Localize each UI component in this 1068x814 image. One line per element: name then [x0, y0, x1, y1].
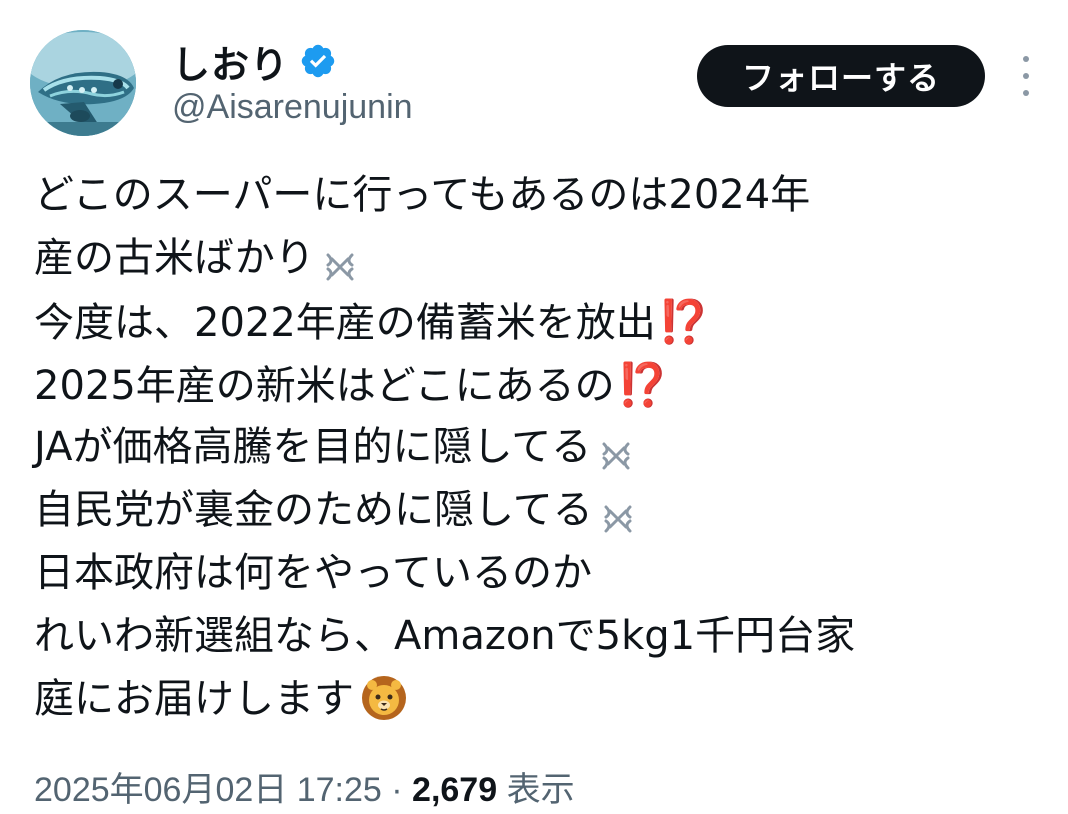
display-name[interactable]: しおり [172, 34, 289, 89]
tweet-line: 庭にお届けします [34, 668, 1034, 731]
anger-symbol-icon [599, 429, 633, 470]
tweet-line-text: 自民党が裏金のために隠してる [34, 487, 593, 533]
tweet-line: れいわ新選組なら、Amazonで5kg1千円台家 [34, 605, 1034, 668]
tweet-line: 2025年産の新米はどこにあるの⁉️ [34, 353, 1034, 416]
tweet-line-text: 今度は、2022年産の備蓄米を放出 [34, 300, 656, 346]
timestamp[interactable]: 2025年06月02日 17:25 [34, 771, 382, 809]
tweet-text: どこのスーパーに行ってもあるのは2024年 産の古米ばかり 今度は、2022年産… [34, 164, 1034, 731]
interrobang-emoji-icon: ⁉️ [657, 297, 710, 346]
tweet-line-text: 産の古米ばかり [34, 235, 315, 281]
follow-button[interactable]: フォローする [697, 45, 985, 107]
tweet-line: 日本政府は何をやっているのか [34, 542, 1034, 605]
views-count: 2,679 [412, 771, 498, 809]
dot [1023, 56, 1029, 62]
avatar[interactable] [30, 30, 136, 136]
anger-symbol-icon [323, 240, 357, 281]
user-name-row[interactable]: しおり [172, 34, 337, 89]
tweet-line: 産の古米ばかり [34, 227, 1034, 290]
tweet-line-text: 庭にお届けします [34, 676, 354, 722]
user-handle[interactable]: @Aisarenujunin [172, 88, 413, 127]
views-label: 表示 [506, 771, 575, 809]
tweet-line-text: 2025年産の新米はどこにあるの [34, 363, 615, 409]
tweet-line: 自民党が裏金のために隠してる [34, 479, 1034, 542]
interrobang-emoji-icon: ⁉️ [616, 360, 669, 409]
tweet-line-text: れいわ新選組なら、Amazonで5kg1千円台家 [34, 613, 856, 659]
verified-badge-icon [299, 42, 337, 80]
tweet-card: しおり @Aisarenujunin フォローする どこのスーパーに行ってもある… [0, 0, 1068, 814]
tweet-line: どこのスーパーに行ってもあるのは2024年 [34, 164, 1034, 227]
more-vertical-icon[interactable] [1014, 56, 1038, 96]
tweet-line-text: 日本政府は何をやっているのか [34, 550, 592, 596]
tweet-meta: 2025年06月02日 17:25 · 2,679 表示 [34, 762, 575, 811]
dot [1023, 73, 1029, 79]
tweet-line-text: JAが価格高騰を目的に隠してる [34, 424, 592, 470]
meta-separator: · [391, 771, 403, 809]
airplane-avatar-icon [30, 30, 136, 136]
tweet-line-text: どこのスーパーに行ってもあるのは2024年 [34, 172, 811, 218]
tweet-line: JAが価格高騰を目的に隠してる [34, 416, 1034, 479]
tweet-line: 今度は、2022年産の備蓄米を放出⁉️ [34, 290, 1034, 353]
lion-emoji-icon [360, 673, 408, 721]
anger-symbol-icon [601, 492, 635, 533]
dot [1023, 90, 1029, 96]
